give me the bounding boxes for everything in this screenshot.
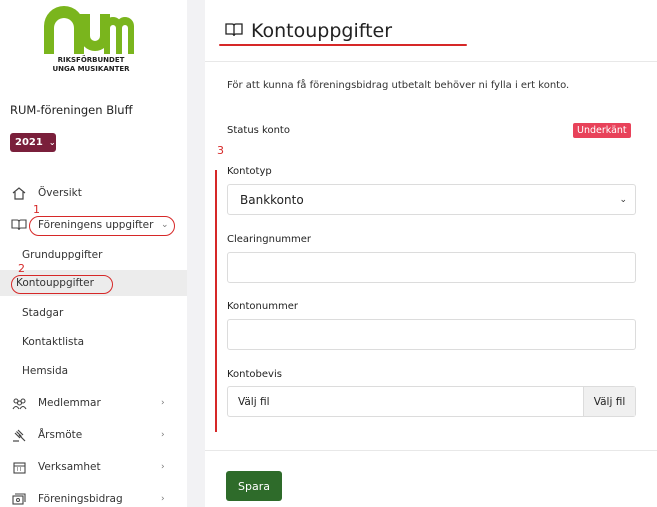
sidebar: RIKSFÖRBUNDET UNGA MUSIKANTER RUM-föreni… bbox=[0, 0, 187, 507]
account-type-select[interactable]: Bankkonto ⌄ bbox=[227, 184, 636, 215]
logo-text: RIKSFÖRBUNDET UNGA MUSIKANTER bbox=[36, 56, 146, 74]
money-icon bbox=[10, 492, 28, 506]
sidebar-subitem-label: Kontaktlista bbox=[22, 336, 85, 348]
home-icon bbox=[10, 186, 28, 200]
annotation-underline bbox=[219, 44, 467, 46]
clearing-number-input[interactable] bbox=[227, 252, 636, 283]
sidebar-subitem-website[interactable]: Hemsida bbox=[0, 358, 187, 384]
sidebar-item-label: Medlemmar bbox=[38, 397, 101, 409]
annotation-oval-2 bbox=[11, 275, 113, 294]
annotation-number-3: 3 bbox=[217, 144, 224, 157]
chevron-down-icon: ⌄ bbox=[619, 194, 627, 205]
status-label: Status konto bbox=[227, 125, 290, 136]
save-button[interactable]: Spara bbox=[226, 471, 282, 501]
sidebar-item-label: Verksamhet bbox=[38, 461, 101, 473]
status-badge: Underkänt bbox=[573, 123, 631, 138]
chevron-right-icon: › bbox=[161, 462, 165, 472]
organization-name: RUM-föreningen Bluff bbox=[10, 103, 133, 117]
annotation-bracket-3 bbox=[215, 170, 217, 432]
chevron-right-icon: › bbox=[161, 398, 165, 408]
sidebar-item-annual-meeting[interactable]: Årsmöte › bbox=[0, 422, 187, 448]
intro-text: För att kunna få föreningsbidrag utbetal… bbox=[227, 80, 570, 91]
sidebar-subitem-statutes[interactable]: Stadgar bbox=[0, 300, 187, 326]
members-icon bbox=[10, 396, 28, 410]
logo-line2: UNGA MUSIKANTER bbox=[52, 65, 130, 73]
logo: RIKSFÖRBUNDET UNGA MUSIKANTER bbox=[36, 6, 146, 76]
sidebar-item-overview[interactable]: Översikt bbox=[0, 180, 187, 206]
page-title: Kontouppgifter bbox=[251, 20, 393, 42]
book-icon bbox=[10, 218, 28, 232]
account-type-label: Kontotyp bbox=[227, 166, 272, 177]
year-select[interactable]: 2021 ⌄ bbox=[10, 133, 56, 152]
account-type-value: Bankkonto bbox=[240, 192, 304, 207]
sidebar-subitem-basic-details[interactable]: Grunduppgifter bbox=[0, 242, 187, 268]
gavel-icon bbox=[10, 428, 28, 442]
file-name-display: Välj fil bbox=[238, 395, 270, 408]
sidebar-item-label: Årsmöte bbox=[38, 429, 83, 441]
year-value: 2021 bbox=[15, 137, 43, 148]
sidebar-item-members[interactable]: Medlemmar › bbox=[0, 390, 187, 416]
header-divider bbox=[205, 61, 657, 62]
account-proof-label: Kontobevis bbox=[227, 369, 282, 380]
chevron-right-icon: › bbox=[161, 430, 165, 440]
account-proof-file-input[interactable]: Välj fil Välj fil bbox=[227, 386, 636, 417]
book-icon bbox=[225, 22, 243, 41]
sidebar-item-association-grant[interactable]: Föreningsbidrag › bbox=[0, 486, 187, 507]
sidebar-item-activities[interactable]: Verksamhet › bbox=[0, 454, 187, 480]
logo-line1: RIKSFÖRBUNDET bbox=[57, 56, 125, 64]
sidebar-subitem-label: Grunduppgifter bbox=[22, 249, 103, 261]
sidebar-subitem-label: Stadgar bbox=[22, 307, 64, 319]
sidebar-item-label: Översikt bbox=[38, 187, 82, 199]
clearing-number-label: Clearingnummer bbox=[227, 234, 312, 245]
rum-logo-icon bbox=[44, 6, 134, 54]
annotation-oval-1 bbox=[29, 216, 175, 236]
choose-file-button[interactable]: Välj fil bbox=[583, 387, 635, 416]
sidebar-subitem-label: Hemsida bbox=[22, 365, 69, 377]
account-number-label: Kontonummer bbox=[227, 301, 298, 312]
main-content: Kontouppgifter För att kunna få förening… bbox=[205, 0, 657, 507]
page-header: Kontouppgifter bbox=[225, 20, 392, 42]
sidebar-divider bbox=[187, 0, 205, 507]
sidebar-subitem-contact-list[interactable]: Kontaktlista bbox=[0, 329, 187, 355]
calendar-icon bbox=[10, 460, 28, 474]
footer-divider bbox=[205, 450, 657, 451]
annotation-number-2: 2 bbox=[18, 262, 25, 275]
chevron-right-icon: › bbox=[161, 494, 165, 504]
annotation-number-1: 1 bbox=[33, 203, 40, 216]
chevron-down-icon: ⌄ bbox=[48, 138, 56, 147]
account-number-input[interactable] bbox=[227, 319, 636, 350]
sidebar-item-label: Föreningsbidrag bbox=[38, 493, 123, 505]
